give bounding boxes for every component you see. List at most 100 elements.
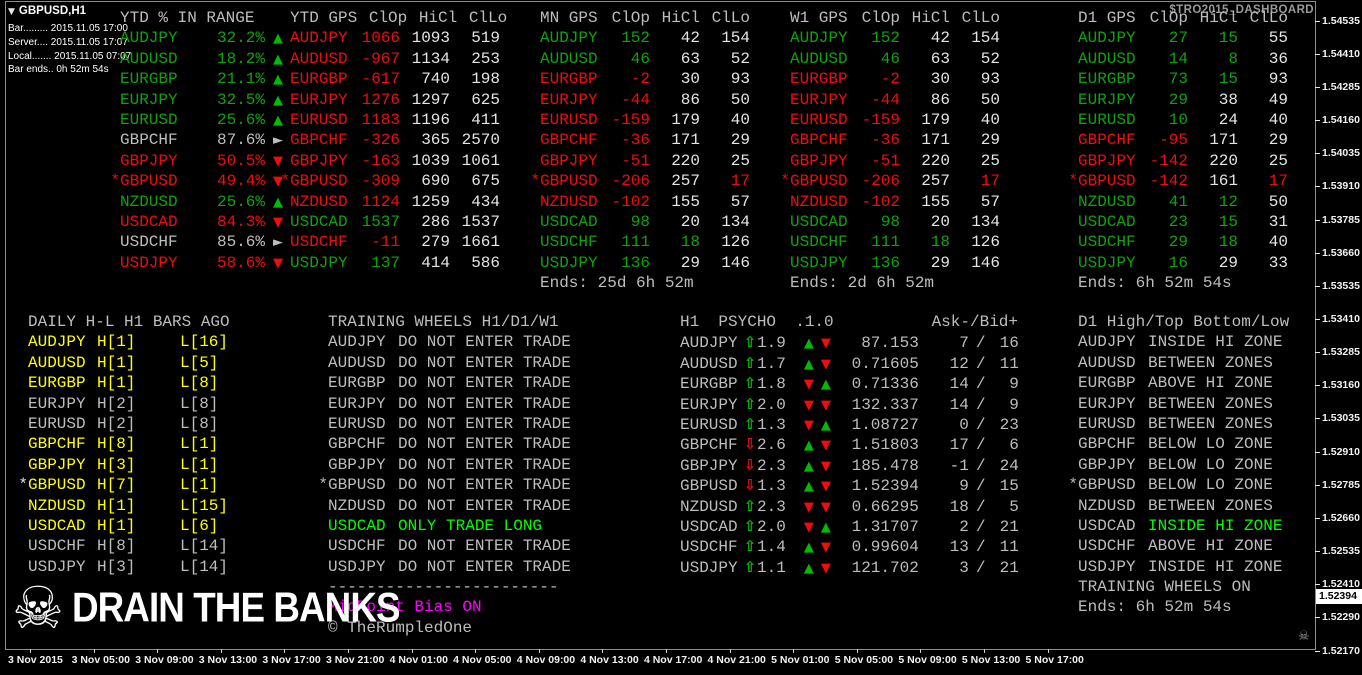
hicl-value: 171 <box>921 131 950 150</box>
table-row: EURUSD 1.3 1.08727 0 / 23 <box>680 414 1019 434</box>
askbid-slash: / <box>976 395 986 414</box>
time-tick-label: 3 Nov 17:00 <box>262 649 326 666</box>
ask-count: 14 <box>949 395 969 414</box>
price-value: 1.51803 <box>851 436 919 455</box>
symbol-label: EURJPY <box>120 90 178 109</box>
header-cllo: ClLo <box>711 9 750 27</box>
symbol-label: EURGBP <box>1078 374 1136 393</box>
table-row: EURJPY BETWEEN ZONES <box>1068 394 1289 414</box>
symbol-label: GBPUSD <box>1078 476 1136 495</box>
table-row: GBPUSD 1.3 1.52394 9 / 15 <box>680 475 1019 495</box>
symbol-label: EURGBP <box>290 70 348 89</box>
time-tick-label: 3 Nov 05:00 <box>72 649 136 666</box>
ask-count: 17 <box>949 436 969 455</box>
price-value: 132.337 <box>851 395 919 414</box>
time-tick-label: 4 Nov 09:00 <box>517 649 581 666</box>
table-row: AUDUSD 46 63 52 <box>530 49 750 69</box>
price-value: 1.31707 <box>851 517 919 536</box>
price-tick-label: 1.52660 <box>1315 501 1360 534</box>
hicl-value: 414 <box>421 253 450 272</box>
table-row: NZDUSD 25.6% <box>110 192 291 212</box>
clop-value: -159 <box>861 110 900 129</box>
cllo-value: 31 <box>1268 212 1288 231</box>
table-row: AUDUSD DO NOT ENTER TRADE <box>318 353 571 373</box>
cllo-value: 625 <box>471 90 500 109</box>
table-row: EURJPY -44 86 50 <box>530 90 750 110</box>
clop-value: 137 <box>371 253 400 272</box>
psycho-value: 1.8 <box>757 375 786 394</box>
table-row: GBPJPY BELOW LO ZONE <box>1068 455 1289 475</box>
table-row: EURJPY H[2] L[8] <box>18 394 230 414</box>
table-row: EURGBP 1.8 0.71336 14 / 9 <box>680 373 1019 393</box>
bid-count: 24 <box>999 456 1019 475</box>
symbol-label: GBPJPY <box>790 151 848 170</box>
signal-arrow-icon <box>821 457 831 477</box>
table-row: EURGBP -2 30 93 <box>780 69 1000 89</box>
symbol-label: NZDUSD <box>540 192 598 211</box>
time-tick-label: 5 Nov 01:00 <box>771 649 835 666</box>
ytd-range-table: YTD % IN RANGE AUDJPY 32.2% AUDUSD 18.2%… <box>110 8 291 273</box>
clop-value: 136 <box>621 253 650 272</box>
signal-arrow-icon <box>804 416 814 436</box>
time-axis[interactable]: 3 Nov 2015 3 Nov 05:00 3 Nov 09:00 3 Nov 13… <box>8 649 1090 666</box>
zone-status: ABOVE HI ZONE <box>1148 537 1273 556</box>
header-askbid: Ask-/Bid+ <box>931 313 1018 331</box>
ask-count: 12 <box>949 354 969 373</box>
symbol-label: EURUSD <box>680 415 738 434</box>
trade-advice: DO NOT ENTER TRADE <box>398 455 571 474</box>
time-tick-label: 4 Nov 05:00 <box>453 649 517 666</box>
symbol-label: USDJPY <box>328 557 386 576</box>
symbol-label: AUDUSD <box>28 353 86 372</box>
hicl-value: 86 <box>680 90 700 109</box>
table-row: EURGBP 73 15 93 <box>1068 69 1288 89</box>
mn-gps-table: MN GPS ClOp HiCl ClLo AUDJPY 152 42 154 AUD… <box>530 8 750 293</box>
symbol-label: AUDUSD <box>540 49 598 68</box>
hicl-value: 42 <box>930 29 950 48</box>
bid-count: 23 <box>999 415 1019 434</box>
ask-count: 14 <box>949 375 969 394</box>
bid-count: 11 <box>999 538 1019 557</box>
table-row: AUDJPY 152 42 154 <box>530 28 750 48</box>
bid-count: 21 <box>999 558 1019 577</box>
hicl-value: 161 <box>1209 172 1238 191</box>
symbol-label: GBPUSD <box>290 172 348 191</box>
cllo-value: 1061 <box>461 151 500 170</box>
price-value: 0.66295 <box>851 497 919 516</box>
clop-value: -163 <box>361 151 400 170</box>
time-tick-label: 5 Nov 17:00 <box>1026 649 1090 666</box>
symbol-label: EURGBP <box>790 70 848 89</box>
hicl-value: 20 <box>930 212 950 231</box>
training-wheels-status: TRAINING WHEELS ON <box>1078 578 1251 597</box>
low-bars-ago: L[1] <box>180 435 219 454</box>
symbol-label: GBPUSD <box>790 172 848 191</box>
range-percent: 49.4% <box>216 172 265 191</box>
hicl-value: 1093 <box>411 29 450 48</box>
zone-status: ABOVE HI ZONE <box>1148 374 1273 393</box>
chevron-down-icon[interactable]: ▼ <box>8 7 15 17</box>
price-value: 0.71605 <box>851 354 919 373</box>
cllo-value: 146 <box>971 253 1000 272</box>
hicl-value: 15 <box>1218 29 1238 48</box>
cllo-value: 1661 <box>461 233 500 252</box>
price-axis[interactable]: 1.54535 1.54410 1.54285 1.54160 1.54035 1.539… <box>1315 4 1360 667</box>
table-row: EURGBP -2 30 93 <box>530 69 750 89</box>
clop-value: 1276 <box>361 90 400 109</box>
symbol-label: EURUSD <box>28 414 86 433</box>
symbol-label: USDCAD <box>790 212 848 231</box>
signal-arrow-icon <box>804 477 814 497</box>
signal-arrow-icon <box>804 334 814 354</box>
cllo-value: 154 <box>971 29 1000 48</box>
symbol-label: AUDJPY <box>790 29 848 48</box>
price-tick-label: 1.54035 <box>1315 137 1360 170</box>
symbol-label: USDCHF <box>328 537 386 556</box>
hicl-value: 15 <box>1218 70 1238 89</box>
high-bars-ago: H[8] <box>97 435 136 454</box>
hicl-value: 257 <box>671 172 700 191</box>
table-row: USDCAD 98 20 134 <box>530 212 750 232</box>
bid-count: 16 <box>999 334 1019 353</box>
symbol-label: GBPCHF <box>540 131 598 150</box>
price-tick-label: 1.52535 <box>1315 535 1360 568</box>
cllo-value: 134 <box>971 212 1000 231</box>
clop-value: -11 <box>371 233 400 252</box>
symbol-label: GBPCHF <box>1078 131 1136 150</box>
